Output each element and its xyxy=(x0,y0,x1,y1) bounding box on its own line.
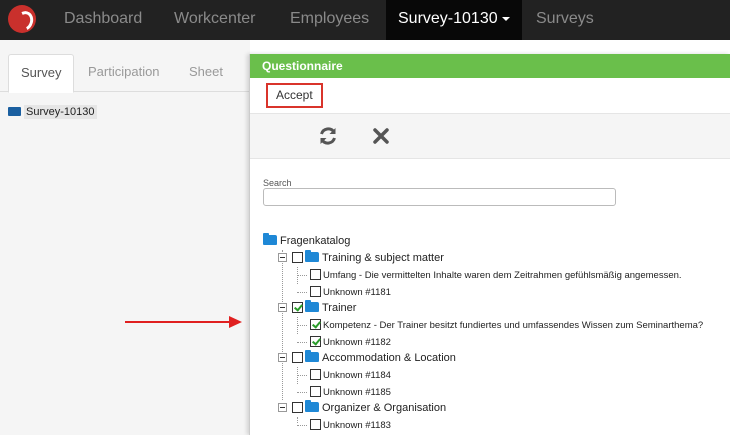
tree-connector xyxy=(297,275,307,276)
nav-workcenter[interactable]: Workcenter xyxy=(174,0,256,40)
tree-item[interactable]: Unknown #1185 xyxy=(310,384,391,401)
dialog-toolbar: Accept xyxy=(250,78,730,114)
tree-item[interactable]: Unknown #1184 xyxy=(310,367,391,384)
item-label: Umfang - Die vermittelten Inhalte waren … xyxy=(323,270,682,281)
group-label: Training & subject matter xyxy=(322,252,444,264)
action-icon-bar xyxy=(250,114,730,159)
nav-survey-label: Survey-10130 xyxy=(398,10,498,27)
survey-tree-root[interactable]: Survey-10130 xyxy=(8,105,97,119)
item-label: Unknown #1185 xyxy=(323,387,391,398)
nav-dashboard[interactable]: Dashboard xyxy=(64,0,142,40)
folder-open-icon xyxy=(305,250,319,262)
item-label: Unknown #1182 xyxy=(323,337,391,348)
refresh-icon[interactable] xyxy=(317,125,339,147)
item-checkbox[interactable] xyxy=(310,419,321,430)
group-checkbox[interactable] xyxy=(292,352,303,363)
item-checkbox[interactable] xyxy=(310,369,321,380)
tree-connector xyxy=(297,292,307,293)
app-logo-icon[interactable] xyxy=(8,5,36,33)
accept-button[interactable]: Accept xyxy=(266,83,323,108)
tree-group[interactable]: Organizer & Organisation xyxy=(278,400,446,417)
tree-root-label: Fragenkatalog xyxy=(280,235,351,247)
tree-group[interactable]: Trainer xyxy=(278,300,356,317)
caret-down-icon xyxy=(501,16,510,21)
item-checkbox[interactable] xyxy=(310,386,321,397)
folder-open-icon xyxy=(263,233,277,245)
nav-employees[interactable]: Employees xyxy=(290,0,369,40)
group-checkbox[interactable] xyxy=(292,302,303,313)
item-checkbox[interactable] xyxy=(310,336,321,347)
search-label: Search xyxy=(263,178,292,188)
group-label: Accommodation & Location xyxy=(322,352,456,364)
tree-item[interactable]: Unknown #1181 xyxy=(310,284,391,301)
tree-root-node[interactable]: Fragenkatalog xyxy=(263,233,350,250)
item-checkbox[interactable] xyxy=(310,286,321,297)
close-icon[interactable] xyxy=(370,125,392,147)
tree-connector xyxy=(297,375,307,376)
questionnaire-dialog: Questionnaire Accept Search Fragenkatalo… xyxy=(249,54,730,435)
tree-connector xyxy=(297,325,307,326)
folder-open-icon xyxy=(305,400,319,412)
folder-icon xyxy=(8,107,21,116)
item-label: Unknown #1183 xyxy=(323,420,391,431)
survey-tree-root-label: Survey-10130 xyxy=(24,105,97,119)
tab-bar: Survey Participation Sheet xyxy=(0,54,250,93)
item-label: Kompetenz - Der Trainer besitzt fundiert… xyxy=(323,320,704,331)
tree-group[interactable]: Training & subject matter xyxy=(278,250,444,267)
collapse-icon[interactable] xyxy=(278,403,287,412)
top-navbar: Dashboard Workcenter Employees Survey-10… xyxy=(0,0,730,40)
tree-item[interactable]: Umfang - Die vermittelten Inhalte waren … xyxy=(310,267,682,284)
collapse-icon[interactable] xyxy=(278,353,287,362)
red-arrow-annotation xyxy=(125,316,242,328)
tree-group[interactable]: Accommodation & Location xyxy=(278,350,456,367)
tab-participation[interactable]: Participation xyxy=(88,54,160,92)
nav-surveys[interactable]: Surveys xyxy=(536,0,594,40)
item-label: Unknown #1184 xyxy=(323,370,391,381)
tab-sheet[interactable]: Sheet xyxy=(189,54,223,92)
group-checkbox[interactable] xyxy=(292,252,303,263)
tree-connector xyxy=(282,250,283,400)
folder-open-icon xyxy=(305,350,319,362)
tab-survey[interactable]: Survey xyxy=(8,54,75,93)
tree-connector xyxy=(297,392,307,393)
collapse-icon[interactable] xyxy=(278,303,287,312)
nav-survey-dropdown[interactable]: Survey-10130 xyxy=(386,0,522,40)
dialog-title: Questionnaire xyxy=(250,54,730,78)
tree-item[interactable]: Kompetenz - Der Trainer besitzt fundiert… xyxy=(310,317,703,334)
tree-connector xyxy=(297,342,307,343)
search-input[interactable] xyxy=(263,188,616,206)
group-checkbox[interactable] xyxy=(292,402,303,413)
tree-connector xyxy=(297,417,298,423)
group-label: Trainer xyxy=(322,302,357,314)
item-checkbox[interactable] xyxy=(310,269,321,280)
tree-item[interactable]: Unknown #1182 xyxy=(310,334,391,351)
item-label: Unknown #1181 xyxy=(323,287,391,298)
folder-open-icon xyxy=(305,300,319,312)
tree-item[interactable]: Unknown #1183 xyxy=(310,417,391,434)
collapse-icon[interactable] xyxy=(278,253,287,262)
group-label: Organizer & Organisation xyxy=(322,402,447,414)
item-checkbox[interactable] xyxy=(310,319,321,330)
left-pane: Survey Participation Sheet Survey-10130 xyxy=(0,40,250,435)
tree-connector xyxy=(297,425,307,426)
